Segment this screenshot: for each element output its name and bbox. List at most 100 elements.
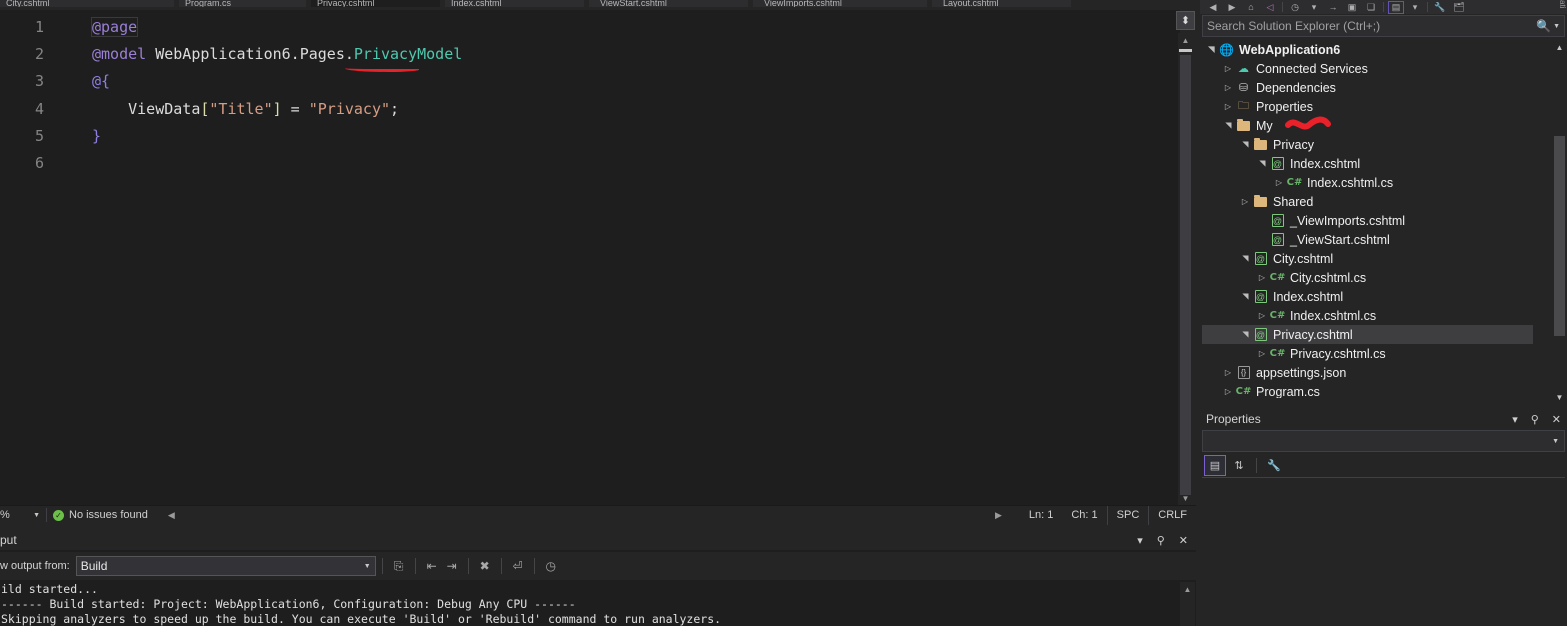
prev-message-icon[interactable]: ⇤ [422, 556, 442, 576]
scroll-up-icon[interactable]: ▲ [1178, 33, 1193, 47]
code-text[interactable]: ViewData["Title"] = "Privacy"; [52, 100, 399, 118]
expander-collapsed-icon[interactable]: ▷ [1221, 83, 1235, 92]
chevron-down-icon[interactable]: ▼ [1552, 438, 1559, 445]
editor-vertical-scrollbar[interactable]: ▲ ▼ [1178, 33, 1193, 505]
tree-item[interactable]: @ _ViewStart.cshtml [1202, 230, 1533, 249]
tree-item[interactable]: ◢ @ Index.cshtml [1202, 287, 1533, 306]
scrollbar-thumb[interactable] [1180, 55, 1191, 495]
output-source-dropdown[interactable]: Build ▼ [75, 556, 376, 576]
editor-tab[interactable]: Index.cshtml [445, 0, 585, 7]
tree-item[interactable]: ▷ C# Index.cshtml.cs [1202, 306, 1533, 325]
split-editor-icon[interactable]: ⬍ [1176, 11, 1195, 30]
expander-collapsed-icon[interactable]: ▷ [1221, 387, 1235, 396]
tree-item[interactable]: ◢ 🌐 WebApplication6 [1202, 40, 1533, 59]
properties-window-icon[interactable]: ▤ [1388, 0, 1404, 14]
expander-expanded-icon[interactable]: ◢ [1207, 43, 1216, 57]
column-number-indicator[interactable]: Ch: 1 [1062, 506, 1106, 525]
tree-item[interactable]: ▷ C# City.cshtml.cs [1202, 268, 1533, 287]
forward-icon[interactable]: ▶ [1225, 2, 1239, 13]
pin-icon[interactable]: ⚲ [1157, 534, 1165, 547]
window-icon[interactable]: ▣ [1345, 2, 1359, 13]
wrench-icon[interactable]: 🔧 [1433, 2, 1447, 13]
editor-tab[interactable]: City.cshtml [0, 0, 175, 7]
expander-expanded-icon[interactable]: ◢ [1241, 138, 1250, 152]
zoom-level-dropdown[interactable]: % ▼ [0, 509, 40, 521]
expander-expanded-icon[interactable]: ◢ [1258, 157, 1267, 171]
prev-issue-icon[interactable]: ◀ [168, 510, 175, 521]
tree-item[interactable]: ▷ Shared [1202, 192, 1533, 211]
output-text-area[interactable]: ild started... ------ Build started: Proj… [0, 582, 1196, 626]
code-editor[interactable]: 1 @page 2 @model WebApplication6.Pages.Priv… [0, 10, 1180, 505]
expander-expanded-icon[interactable]: ◢ [1241, 290, 1250, 304]
code-text[interactable]: @{ [52, 72, 110, 90]
chevron-down-icon[interactable]: ▾ [1307, 2, 1321, 13]
property-pages-icon[interactable]: 🔧 [1264, 456, 1284, 475]
back-icon[interactable]: ◀ [1206, 2, 1220, 13]
scrollbar-thumb[interactable] [1554, 136, 1565, 336]
expander-collapsed-icon[interactable]: ▷ [1255, 273, 1269, 282]
tree-item[interactable]: ▷ C# Program.cs [1202, 382, 1533, 399]
home-icon[interactable]: ⌂ [1244, 2, 1258, 13]
editor-tab[interactable]: _Layout.cshtml [932, 0, 1072, 7]
alphabetical-icon[interactable]: ⇅ [1229, 456, 1249, 475]
expander-collapsed-icon[interactable]: ▷ [1221, 102, 1235, 111]
code-text[interactable]: } [52, 127, 101, 145]
editor-tab[interactable]: Privacy.cshtml [311, 0, 441, 7]
scroll-down-icon[interactable]: ▼ [1178, 491, 1193, 505]
tree-item[interactable]: ◢ @ Index.cshtml [1202, 154, 1533, 173]
chevron-down-icon[interactable]: ▾ [1137, 534, 1143, 547]
search-input[interactable]: Search Solution Explorer (Ctrl+;) 🔍 ▼ [1202, 15, 1565, 37]
chevron-down-icon[interactable]: ▼ [1553, 23, 1560, 30]
toggle-timestamp-icon[interactable]: ◷ [541, 556, 561, 576]
solution-tree[interactable]: ◢ 🌐 WebApplication6 ▷ ☁ Connected Services ▷ ⛁ D… [1202, 40, 1533, 398]
expander-expanded-icon[interactable]: ◢ [1241, 252, 1250, 266]
chevron-down-icon[interactable]: ▾ [1512, 413, 1518, 426]
close-icon[interactable]: ✕ [1552, 413, 1561, 426]
expander-collapsed-icon[interactable]: ▷ [1221, 368, 1235, 377]
arrow-right-icon[interactable]: → [1326, 2, 1340, 13]
code-line[interactable]: 5} [0, 122, 1180, 149]
tree-item[interactable]: ▷ ☁ Connected Services [1202, 59, 1533, 78]
pin-icon[interactable]: ⚲ [1531, 413, 1539, 426]
clear-all-icon[interactable]: ✖ [475, 556, 495, 576]
toolbox-icon[interactable]: 🗂 [1452, 2, 1466, 13]
expander-collapsed-icon[interactable]: ▷ [1255, 349, 1269, 358]
scroll-down-icon[interactable]: ▼ [1552, 390, 1567, 404]
expander-collapsed-icon[interactable]: ▷ [1255, 311, 1269, 320]
code-line[interactable]: 6 [0, 149, 1180, 176]
tree-item[interactable]: ◢ @ Privacy.cshtml [1202, 325, 1533, 344]
chevron-down-icon[interactable]: ▼ [33, 512, 40, 519]
issues-status[interactable]: ✓ No issues found [53, 509, 148, 521]
code-line[interactable]: 2 @model WebApplication6.Pages.PrivacyMod… [0, 40, 1180, 67]
code-text[interactable]: @model WebApplication6.Pages.PrivacyMode… [52, 45, 462, 63]
tree-item[interactable]: ▷ C# Privacy.cshtml.cs [1202, 344, 1533, 363]
scroll-up-icon[interactable]: ▲ [1552, 40, 1567, 54]
line-number-indicator[interactable]: Ln: 1 [1020, 506, 1062, 525]
solution-explorer-scrollbar[interactable]: ▲ ▼ [1552, 40, 1567, 404]
expander-expanded-icon[interactable]: ◢ [1241, 328, 1250, 342]
tree-item[interactable]: ▷ ⛁ Dependencies [1202, 78, 1533, 97]
chevron-down-icon[interactable]: ▾ [1408, 2, 1422, 13]
tree-item[interactable]: ◢ My [1202, 116, 1533, 135]
properties-grid[interactable] [1202, 478, 1565, 626]
tree-item[interactable]: ▷ C# Index.cshtml.cs [1202, 173, 1533, 192]
editor-tab[interactable]: _ViewImports.cshtml [753, 0, 928, 7]
expander-collapsed-icon[interactable]: ▷ [1221, 64, 1235, 73]
expander-collapsed-icon[interactable]: ▷ [1272, 178, 1286, 187]
next-message-icon[interactable]: ⇥ [442, 556, 462, 576]
categorized-icon[interactable]: ▤ [1204, 455, 1226, 476]
code-line[interactable]: 3 @{ [0, 68, 1180, 95]
expander-expanded-icon[interactable]: ◢ [1224, 119, 1233, 133]
tree-item[interactable]: ▷{} appsettings.json [1202, 363, 1533, 382]
indentation-indicator[interactable]: SPC [1106, 505, 1149, 525]
search-icon[interactable]: 🔍 [1536, 19, 1551, 33]
tree-item[interactable]: ◢ @ City.cshtml [1202, 249, 1533, 268]
editor-tab[interactable]: _ViewStart.cshtml [589, 0, 749, 7]
copy-window-icon[interactable]: ❏ [1364, 2, 1378, 13]
history-icon[interactable]: ◷ [1288, 2, 1302, 13]
word-wrap-icon[interactable]: ⏎ [508, 556, 528, 576]
tree-item[interactable]: ▷ 🗀 Properties [1202, 97, 1533, 116]
tree-item[interactable]: @ _ViewImports.cshtml [1202, 211, 1533, 230]
close-icon[interactable]: ✕ [1179, 534, 1188, 547]
tree-item[interactable]: ◢ Privacy [1202, 135, 1533, 154]
